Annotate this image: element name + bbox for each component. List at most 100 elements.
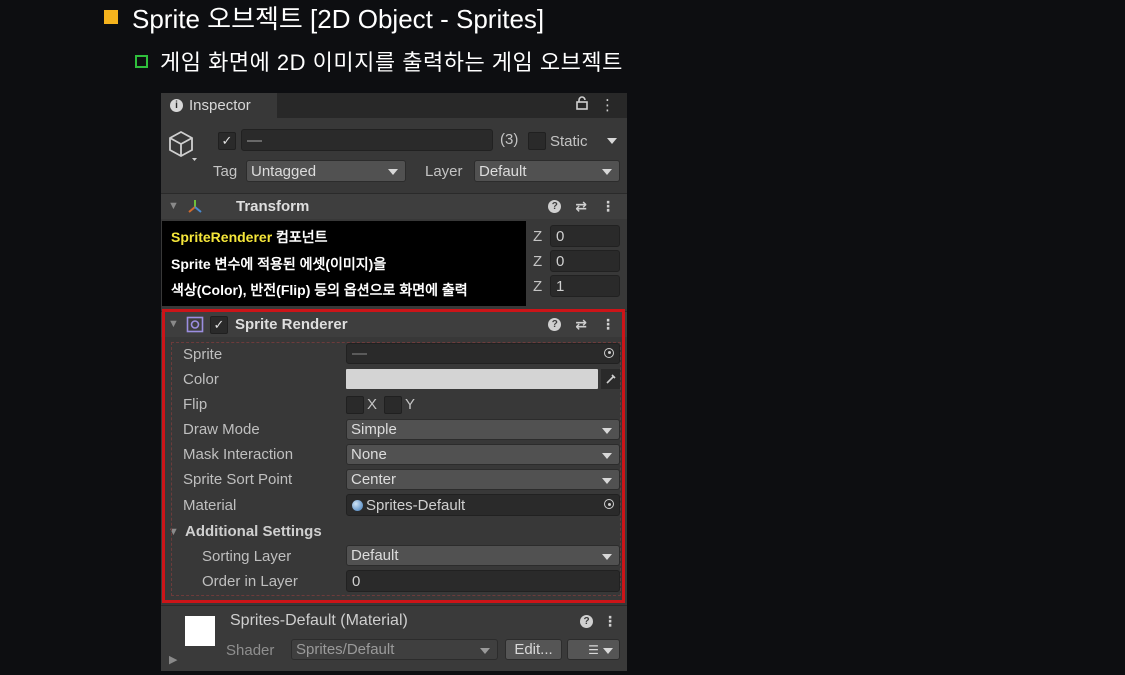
material-sphere-icon [352, 499, 363, 511]
draw-mode-dropdown[interactable]: Simple [346, 419, 620, 440]
shader-dropdown[interactable]: Sprites/Default [291, 639, 498, 660]
additional-settings-foldout-icon[interactable]: ▼ [168, 526, 179, 538]
object-name-value: — [247, 131, 262, 149]
chevron-down-icon [603, 647, 613, 654]
sprite-field[interactable]: — [346, 343, 620, 364]
presets-icon[interactable]: ⇄ [575, 316, 587, 333]
chevron-down-icon [602, 427, 612, 434]
slide-subtitle: 게임 화면에 2D 이미지를 출력하는 게임 오브젝트 [135, 44, 623, 78]
position-z-field[interactable]: 0 [550, 225, 620, 247]
additional-settings-label[interactable]: Additional Settings [185, 523, 322, 540]
more-options-icon[interactable]: ⋮ [603, 613, 617, 630]
sprite-sort-point-label: Sprite Sort Point [183, 471, 293, 488]
sprite-renderer-icon [186, 316, 204, 337]
material-field[interactable]: Sprites-Default [346, 494, 620, 516]
material-label: Material [183, 497, 237, 514]
sprite-label: Sprite [183, 346, 223, 363]
transform-header[interactable]: ▼ Transform ? ⇄ ⋮ [161, 193, 627, 219]
transform-icon [186, 197, 204, 219]
material-section: Sprites-Default (Material) ? ⋮ ▶ Shader … [161, 605, 627, 671]
material-preview [185, 616, 215, 646]
tab-tools: ⋮ [576, 96, 615, 114]
more-options-icon[interactable]: ⋮ [601, 198, 615, 215]
material-value: Sprites-Default [366, 496, 466, 514]
note-title-suffix: 컴포넌트 [272, 229, 328, 245]
material-foldout-icon[interactable]: ▶ [169, 653, 177, 666]
material-more-tools: ? ⋮ [580, 613, 617, 630]
gameobject-cube-icon [167, 128, 201, 164]
static-label: Static [550, 133, 588, 150]
bullet-square-icon [104, 10, 118, 24]
shader-label: Shader [226, 642, 275, 659]
object-count: (3) [500, 131, 519, 148]
chevron-down-icon [602, 169, 612, 175]
presets-icon[interactable]: ⇄ [575, 198, 587, 215]
help-icon[interactable]: ? [580, 615, 593, 628]
sprite-renderer-title: Sprite Renderer [235, 316, 348, 333]
flip-y-label: Y [405, 396, 416, 413]
mask-interaction-label: Mask Interaction [183, 446, 294, 463]
transform-header-tools: ? ⇄ ⋮ [548, 198, 615, 215]
draw-mode-label: Draw Mode [183, 421, 260, 438]
scale-z-field[interactable]: 1 [550, 275, 620, 297]
edit-shader-button[interactable]: Edit... [505, 639, 562, 660]
sprite-renderer-enabled-checkbox[interactable]: ✓ [210, 316, 228, 334]
order-in-layer-label: Order in Layer [202, 573, 298, 590]
edit-shader-label: Edit... [514, 641, 553, 658]
tab-inspector[interactable]: i Inspector [161, 93, 277, 118]
sorting-layer-dropdown[interactable]: Default [346, 545, 620, 566]
rotation-z-value: 0 [556, 252, 565, 270]
tag-dropdown[interactable]: Untagged [246, 160, 406, 182]
sprite-renderer-header-tools: ? ⇄ ⋮ [548, 316, 615, 333]
slide-subtitle-text: 게임 화면에 2D 이미지를 출력하는 게임 오브젝트 [160, 50, 623, 75]
color-swatch[interactable] [346, 369, 598, 389]
eyedropper-icon[interactable] [601, 369, 620, 389]
order-in-layer-value: 0 [352, 572, 361, 590]
rotation-z-field[interactable]: 0 [550, 250, 620, 272]
layer-dropdown[interactable]: Default [474, 160, 620, 182]
sprite-sort-point-dropdown[interactable]: Center [346, 469, 620, 490]
background-editor-area [690, 0, 1125, 675]
note-title: SpriteRenderer 컴포넌트 [171, 224, 526, 251]
static-dropdown-arrow[interactable] [607, 138, 617, 144]
material-title: Sprites-Default (Material) [230, 612, 408, 629]
shader-options-button[interactable]: ☰ [567, 639, 620, 660]
sorting-layer-value: Default [351, 547, 399, 564]
annotation-note: SpriteRenderer 컴포넌트 Sprite 변수에 적용된 에셋(이미… [162, 221, 526, 306]
static-checkbox[interactable] [528, 132, 546, 150]
info-icon: i [170, 99, 183, 112]
inspector-panel: i Inspector ⋮ ✓ — (3) Static Tag Untagge… [161, 93, 627, 671]
lock-icon[interactable] [576, 96, 588, 114]
list-icon: ☰ [588, 642, 599, 657]
layer-label: Layer [425, 163, 463, 180]
layer-value: Default [479, 162, 527, 180]
tag-label: Tag [213, 163, 238, 180]
sorting-layer-label: Sorting Layer [202, 548, 292, 565]
sprite-renderer-header[interactable]: ▼ ✓ Sprite Renderer ? ⇄ ⋮ [161, 311, 627, 337]
shader-value: Sprites/Default [296, 641, 395, 658]
help-icon[interactable]: ? [548, 200, 562, 213]
sprite-sort-point-value: Center [351, 471, 397, 488]
more-options-icon[interactable]: ⋮ [600, 96, 615, 114]
foldout-arrow-icon[interactable]: ▼ [168, 318, 179, 330]
foldout-arrow-icon[interactable]: ▼ [168, 200, 179, 212]
note-line-2: 색상(Color), 반전(Flip) 등의 옵션으로 화면에 출력 [171, 282, 468, 298]
flip-label: Flip [183, 396, 208, 413]
object-name-field[interactable]: — [241, 129, 493, 151]
help-icon[interactable]: ? [548, 318, 562, 331]
tag-value: Untagged [251, 162, 317, 180]
object-picker-icon[interactable] [604, 499, 614, 509]
order-in-layer-field[interactable]: 0 [346, 570, 620, 592]
slide-title-text: Sprite 오브젝트 [2D Object - Sprites] [132, 3, 545, 34]
scale-z-value: 1 [556, 277, 565, 295]
mask-interaction-dropdown[interactable]: None [346, 444, 620, 465]
flip-x-checkbox[interactable] [346, 396, 364, 414]
tab-inspector-label: Inspector [189, 97, 251, 114]
more-options-icon[interactable]: ⋮ [601, 316, 615, 333]
chevron-down-icon [480, 647, 490, 654]
flip-y-checkbox[interactable] [384, 396, 402, 414]
color-label: Color [183, 371, 219, 388]
active-checkbox[interactable]: ✓ [218, 132, 236, 150]
z-label: Z [533, 278, 543, 295]
object-picker-icon[interactable] [604, 347, 614, 358]
